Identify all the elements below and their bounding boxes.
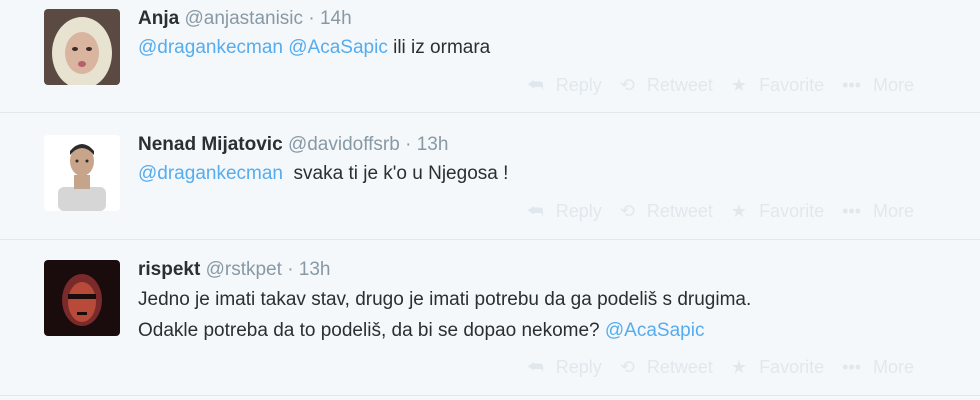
mention-link[interactable]: @AcaSapic [605,320,705,341]
reply-label: Reply [555,356,602,377]
star-icon: ★ [730,74,748,95]
retweet-label: Retweet [646,74,713,95]
retweet-icon: ⟲ [619,356,635,377]
more-label: More [873,356,915,377]
tweet-text: Jedno je imati takav stav, drugo je imat… [138,284,958,346]
retweet-icon: ⟲ [619,200,635,221]
avatar[interactable] [44,9,120,85]
tweet-header: rispekt @rstkpet · 13h [138,259,331,281]
star-icon: ★ [730,356,748,377]
reply-icon: ⮪ [527,200,544,221]
reply-button[interactable]: ⮪ Reply [527,75,602,96]
reply-button[interactable]: ⮪ Reply [527,201,602,222]
tweet-header: Nenad Mijatovic @davidoffsrb · 13h [138,134,448,156]
favorite-button[interactable]: ★ Favorite [731,75,824,96]
timestamp[interactable]: 13h [299,259,331,280]
fullname[interactable]: Anja [138,8,179,29]
favorite-button[interactable]: ★ Favorite [731,201,824,222]
retweet-button[interactable]: ⟲ Retweet [620,75,713,96]
more-icon: ••• [842,356,861,377]
retweet-label: Retweet [646,200,713,221]
timestamp[interactable]: 14h [320,8,352,29]
separator-dot: · [287,259,294,280]
more-button[interactable]: ••• More [842,75,914,96]
fullname[interactable]: Nenad Mijatovic [138,134,283,155]
fullname[interactable]: rispekt [138,259,200,280]
separator-dot: · [308,8,315,29]
reply-icon: ⮪ [527,74,544,95]
tweet-actions: ⮪ Reply ⟲ Retweet ★ Favorite ••• More [527,74,947,96]
star-icon: ★ [730,200,748,221]
tweet-item: rispekt @rstkpet · 13h Jedno je imati ta… [0,240,980,396]
retweet-button[interactable]: ⟲ Retweet [620,201,713,222]
retweet-button[interactable]: ⟲ Retweet [620,357,713,378]
reply-icon: ⮪ [527,356,544,377]
reply-label: Reply [555,74,602,95]
username[interactable]: @rstkpet [206,259,282,280]
reply-label: Reply [555,200,602,221]
more-icon: ••• [842,74,861,95]
favorite-label: Favorite [759,200,825,221]
timestamp[interactable]: 13h [417,134,449,155]
tweet-item: Nenad Mijatovic @davidoffsrb · 13h @drag… [0,113,980,240]
avatar[interactable] [44,135,120,211]
tweet-text: @dragankecman @AcaSapic ili iz ormara [138,32,958,63]
mention-link[interactable]: @AcaSapic [288,37,388,58]
tweet-text-segment: svaka ti je k'o u Njegosa ! [282,163,509,184]
reply-button[interactable]: ⮪ Reply [527,357,602,378]
tweet-actions: ⮪ Reply ⟲ Retweet ★ Favorite ••• More [527,356,947,378]
more-label: More [873,74,915,95]
favorite-label: Favorite [759,74,825,95]
retweet-label: Retweet [646,356,713,377]
mention-link[interactable]: @dragankecman [138,163,283,184]
mention-link[interactable]: @dragankecman [138,37,283,58]
retweet-icon: ⟲ [619,74,635,95]
separator-dot: · [405,134,412,155]
username[interactable]: @davidoffsrb [288,134,400,155]
more-icon: ••• [842,200,861,221]
avatar[interactable] [44,260,120,336]
more-button[interactable]: ••• More [842,201,914,222]
tweet-header: Anja @anjastanisic · 14h [138,8,352,30]
tweet-text: @dragankecman svaka ti je k'o u Njegosa … [138,158,958,189]
more-label: More [873,200,915,221]
favorite-label: Favorite [759,356,825,377]
tweet-text-segment: ili iz ormara [387,37,491,58]
more-button[interactable]: ••• More [842,357,914,378]
favorite-button[interactable]: ★ Favorite [731,357,824,378]
tweet-item: Anja @anjastanisic · 14h @dragankecman @… [0,0,980,113]
tweet-actions: ⮪ Reply ⟲ Retweet ★ Favorite ••• More [527,200,947,222]
username[interactable]: @anjastanisic [184,8,303,29]
